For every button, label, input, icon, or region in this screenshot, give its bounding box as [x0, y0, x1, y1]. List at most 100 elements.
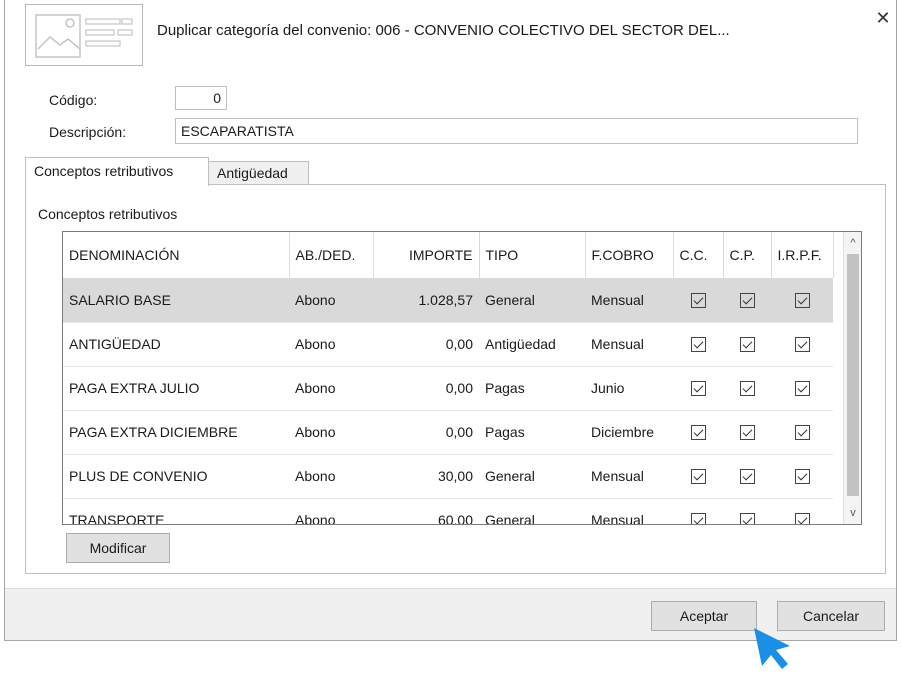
table-row[interactable]: ANTIGÜEDAD Abono 0,00 Antigüedad Mensual	[63, 322, 833, 367]
irpf-checkbox[interactable]	[794, 425, 810, 441]
cell-abded: Abono	[289, 498, 373, 524]
cp-checkbox[interactable]	[739, 381, 755, 397]
cell-irpf	[771, 454, 833, 499]
cell-cp	[723, 410, 771, 455]
group-label: Conceptos retributivos	[38, 206, 178, 222]
table-row[interactable]: PLUS DE CONVENIO Abono 30,00 General Men…	[63, 454, 833, 499]
cc-checkbox[interactable]	[690, 425, 706, 441]
image-placeholder-icon	[35, 14, 133, 58]
cell-tipo: General	[479, 278, 585, 323]
cell-abded: Abono	[289, 454, 373, 499]
column-header-denominacion[interactable]: DENOMINACIÓN	[63, 232, 290, 278]
cell-cp	[723, 454, 771, 499]
cc-checkbox[interactable]	[690, 469, 706, 485]
cell-cc	[673, 498, 723, 524]
irpf-checkbox[interactable]	[794, 293, 810, 309]
cell-irpf	[771, 322, 833, 367]
cell-cc	[673, 278, 723, 323]
tab-antiguedad[interactable]: Antigüedad	[209, 161, 309, 185]
column-header-abded[interactable]: AB./DED.	[289, 232, 374, 278]
cell-importe: 0,00	[373, 322, 479, 367]
cell-importe: 0,00	[373, 410, 479, 455]
cell-cc	[673, 366, 723, 411]
cell-irpf	[771, 366, 833, 411]
cell-irpf	[771, 498, 833, 524]
column-header-fcobro[interactable]: F.COBRO	[585, 232, 674, 278]
tab-conceptos-retributivos[interactable]: Conceptos retributivos	[25, 157, 209, 186]
modify-button[interactable]: Modificar	[66, 533, 170, 563]
cell-fcobro: Mensual	[585, 498, 673, 524]
cc-checkbox[interactable]	[690, 513, 706, 524]
irpf-checkbox[interactable]	[794, 381, 810, 397]
cell-denominacion: PAGA EXTRA JULIO	[63, 366, 289, 411]
irpf-checkbox[interactable]	[794, 513, 810, 524]
cell-importe: 0,00	[373, 366, 479, 411]
cell-abded: Abono	[289, 366, 373, 411]
cell-denominacion: PLUS DE CONVENIO	[63, 454, 289, 499]
column-header-importe[interactable]: IMPORTE	[373, 232, 480, 278]
cell-irpf	[771, 410, 833, 455]
description-label: Descripción:	[49, 124, 127, 140]
table-row[interactable]: PAGA EXTRA JULIO Abono 0,00 Pagas Junio	[63, 366, 833, 411]
cell-abded: Abono	[289, 322, 373, 367]
cell-cp	[723, 278, 771, 323]
cell-abded: Abono	[289, 410, 373, 455]
cell-denominacion: TRANSPORTE	[63, 498, 289, 524]
cell-irpf	[771, 278, 833, 323]
cell-abded: Abono	[289, 278, 373, 323]
cell-cp	[723, 322, 771, 367]
cell-denominacion: ANTIGÜEDAD	[63, 322, 289, 367]
cp-checkbox[interactable]	[739, 513, 755, 524]
image-placeholder-thumbnail	[25, 4, 143, 66]
irpf-checkbox[interactable]	[794, 469, 810, 485]
cell-fcobro: Mensual	[585, 322, 673, 367]
cell-fcobro: Mensual	[585, 278, 673, 323]
description-field[interactable]: ESCAPARATISTA	[175, 118, 858, 144]
dialog-title: Duplicar categoría del convenio: 006 - C…	[157, 22, 730, 39]
code-field[interactable]: 0	[175, 86, 227, 110]
table-row[interactable]: PAGA EXTRA DICIEMBRE Abono 0,00 Pagas Di…	[63, 410, 833, 455]
scroll-up-icon[interactable]: ^	[844, 234, 861, 252]
cell-tipo: Antigüedad	[479, 322, 585, 367]
cell-tipo: Pagas	[479, 410, 585, 455]
cell-importe: 60,00	[373, 498, 479, 524]
duplicate-category-dialog: Duplicar categoría del convenio: 006 - C…	[4, 0, 897, 641]
tab-panel: Conceptos retributivos DENOMINACIÓN AB./…	[25, 184, 886, 574]
scroll-down-icon[interactable]: v	[844, 504, 861, 522]
table-row[interactable]: SALARIO BASE Abono 1.028,57 General Mens…	[63, 278, 833, 323]
table-header-row: DENOMINACIÓN AB./DED. IMPORTE TIPO F.COB…	[63, 232, 834, 278]
table-row[interactable]: TRANSPORTE Abono 60,00 General Mensual	[63, 498, 833, 524]
cell-cc	[673, 454, 723, 499]
accept-button[interactable]: Aceptar	[651, 601, 757, 631]
cell-importe: 1.028,57	[373, 278, 479, 323]
concepts-grid: DENOMINACIÓN AB./DED. IMPORTE TIPO F.COB…	[62, 231, 862, 525]
cell-denominacion: PAGA EXTRA DICIEMBRE	[63, 410, 289, 455]
cell-cc	[673, 322, 723, 367]
close-icon[interactable]: ✕	[871, 6, 895, 30]
column-header-cc[interactable]: C.C.	[673, 232, 724, 278]
column-header-tipo[interactable]: TIPO	[479, 232, 586, 278]
cp-checkbox[interactable]	[739, 293, 755, 309]
cell-fcobro: Diciembre	[585, 410, 673, 455]
cell-tipo: General	[479, 454, 585, 499]
cell-tipo: General	[479, 498, 585, 524]
cell-cp	[723, 366, 771, 411]
cc-checkbox[interactable]	[690, 381, 706, 397]
cp-checkbox[interactable]	[739, 425, 755, 441]
cc-checkbox[interactable]	[690, 337, 706, 353]
vertical-scrollbar[interactable]: ^ v	[843, 232, 861, 524]
cell-tipo: Pagas	[479, 366, 585, 411]
scrollbar-thumb[interactable]	[847, 254, 859, 496]
cell-fcobro: Mensual	[585, 454, 673, 499]
column-header-irpf[interactable]: I.R.P.F.	[771, 232, 834, 278]
cell-fcobro: Junio	[585, 366, 673, 411]
cp-checkbox[interactable]	[739, 337, 755, 353]
cell-importe: 30,00	[373, 454, 479, 499]
concepts-table: DENOMINACIÓN AB./DED. IMPORTE TIPO F.COB…	[63, 232, 834, 524]
cp-checkbox[interactable]	[739, 469, 755, 485]
code-label: Código:	[49, 92, 98, 108]
cell-denominacion: SALARIO BASE	[63, 278, 289, 323]
irpf-checkbox[interactable]	[794, 337, 810, 353]
cc-checkbox[interactable]	[690, 293, 706, 309]
column-header-cp[interactable]: C.P.	[723, 232, 772, 278]
